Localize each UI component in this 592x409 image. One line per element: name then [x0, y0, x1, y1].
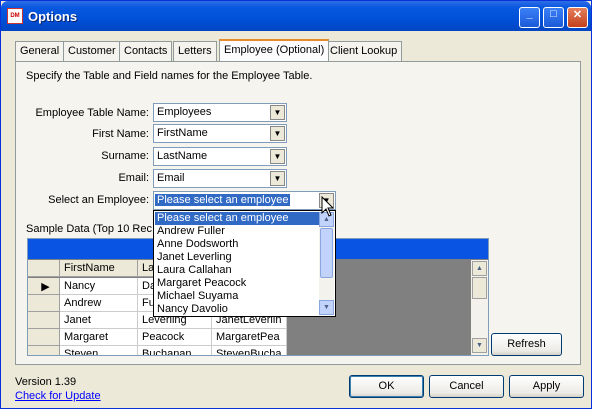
grid-scroll-thumb[interactable] — [472, 277, 487, 299]
title-bar[interactable]: DM Options _ □ ✕ — [1, 1, 591, 31]
apply-button[interactable]: Apply — [509, 375, 584, 398]
maximize-icon: □ — [550, 8, 557, 20]
employee-dropdown-list[interactable]: Please select an employee Andrew Fuller … — [153, 210, 336, 317]
check-update-link[interactable]: Check for Update — [15, 390, 101, 402]
scroll-down-icon[interactable]: ▼ — [472, 338, 487, 353]
row-header — [28, 312, 60, 329]
table-name-label: Employee Table Name: — [35, 107, 149, 119]
close-icon: ✕ — [572, 9, 583, 21]
first-name-label: First Name: — [92, 128, 149, 140]
dropdown-item[interactable]: Janet Leverling — [155, 251, 320, 264]
grid-cell[interactable]: Janet — [60, 312, 138, 329]
email-label: Email: — [118, 172, 149, 184]
scroll-down-icon[interactable]: ▼ — [319, 300, 334, 315]
grid-cell[interactable]: MargaretPea — [212, 329, 287, 346]
minimize-button[interactable]: _ — [519, 7, 540, 28]
chevron-down-icon[interactable]: ▼ — [270, 105, 285, 120]
grid-corner — [28, 260, 60, 277]
email-combo[interactable]: Email ▼ — [153, 169, 287, 188]
grid-cell[interactable]: Buchanan — [138, 346, 212, 355]
row-pointer-icon: ▶ — [28, 278, 60, 295]
dropdown-item[interactable]: Andrew Fuller — [155, 225, 320, 238]
tab-customer[interactable]: Customer — [63, 41, 121, 61]
dropdown-item[interactable]: Anne Dodsworth — [155, 238, 320, 251]
dropdown-item[interactable]: Nancy Davolio — [155, 303, 320, 316]
tab-employee[interactable]: Employee (Optional) — [219, 39, 330, 61]
sample-data-label: Sample Data (Top 10 Rec — [26, 223, 152, 235]
tab-contacts[interactable]: Contacts — [119, 41, 173, 61]
close-button[interactable]: ✕ — [567, 7, 588, 28]
dropdown-scrollbar[interactable]: ▲ ▼ — [319, 212, 334, 315]
email-value: Email — [157, 172, 185, 184]
row-header — [28, 346, 60, 355]
grid-cell[interactable]: Nancy — [60, 278, 138, 295]
minimize-icon: _ — [526, 8, 533, 20]
dropdown-item[interactable]: Margaret Peacock — [155, 277, 320, 290]
grid-cell[interactable]: StevenBucha — [212, 346, 287, 355]
dropdown-item[interactable]: Michael Suyama — [155, 290, 320, 303]
chevron-down-icon[interactable]: ▼ — [270, 126, 285, 141]
dropdown-scroll-thumb[interactable] — [320, 228, 333, 278]
grid-cell[interactable]: Margaret — [60, 329, 138, 346]
grid-column-header[interactable]: FirstName — [60, 260, 138, 277]
row-header — [28, 295, 60, 312]
window-title: Options — [28, 9, 78, 24]
ok-button[interactable]: OK — [349, 375, 424, 398]
scroll-up-icon[interactable]: ▲ — [472, 261, 487, 276]
app-icon: DM — [7, 8, 23, 24]
app-icon-text: DM — [10, 13, 20, 19]
grid-scrollbar[interactable]: ▲ ▼ — [471, 260, 488, 355]
first-name-combo[interactable]: FirstName ▼ — [153, 124, 287, 143]
instruction-text: Specify the Table and Field names for th… — [26, 70, 313, 82]
surname-label: Surname: — [101, 150, 149, 162]
table-name-value: Employees — [157, 106, 212, 118]
employee-label: Select an Employee: — [48, 194, 149, 206]
row-header — [28, 329, 60, 346]
options-window: DM Options _ □ ✕ General Customer Contac… — [0, 0, 592, 409]
surname-combo[interactable]: LastName ▼ — [153, 147, 287, 166]
grid-cell[interactable]: Andrew — [60, 295, 138, 312]
employee-value: Please select an employee — [155, 194, 291, 206]
mouse-cursor-icon — [321, 196, 335, 217]
grid-cell[interactable]: Steven — [60, 346, 138, 355]
tab-letters[interactable]: Letters — [173, 41, 217, 61]
dropdown-item[interactable]: Please select an employee — [155, 212, 320, 225]
cancel-button[interactable]: Cancel — [429, 375, 504, 398]
tab-client-lookup[interactable]: Client Lookup — [325, 41, 403, 61]
refresh-button[interactable]: Refresh — [491, 333, 562, 356]
grid-cell[interactable]: Peacock — [138, 329, 212, 346]
tab-general[interactable]: General — [15, 41, 65, 61]
first-name-value: FirstName — [157, 127, 208, 139]
chevron-down-icon[interactable]: ▼ — [270, 171, 285, 186]
employee-combo[interactable]: Please select an employee ▼ — [153, 191, 336, 210]
version-text: Version 1.39 — [15, 376, 77, 388]
maximize-button[interactable]: □ — [543, 7, 564, 28]
surname-value: LastName — [157, 150, 208, 162]
table-name-combo[interactable]: Employees ▼ — [153, 103, 287, 122]
dropdown-item[interactable]: Laura Callahan — [155, 264, 320, 277]
chevron-down-icon[interactable]: ▼ — [270, 149, 285, 164]
